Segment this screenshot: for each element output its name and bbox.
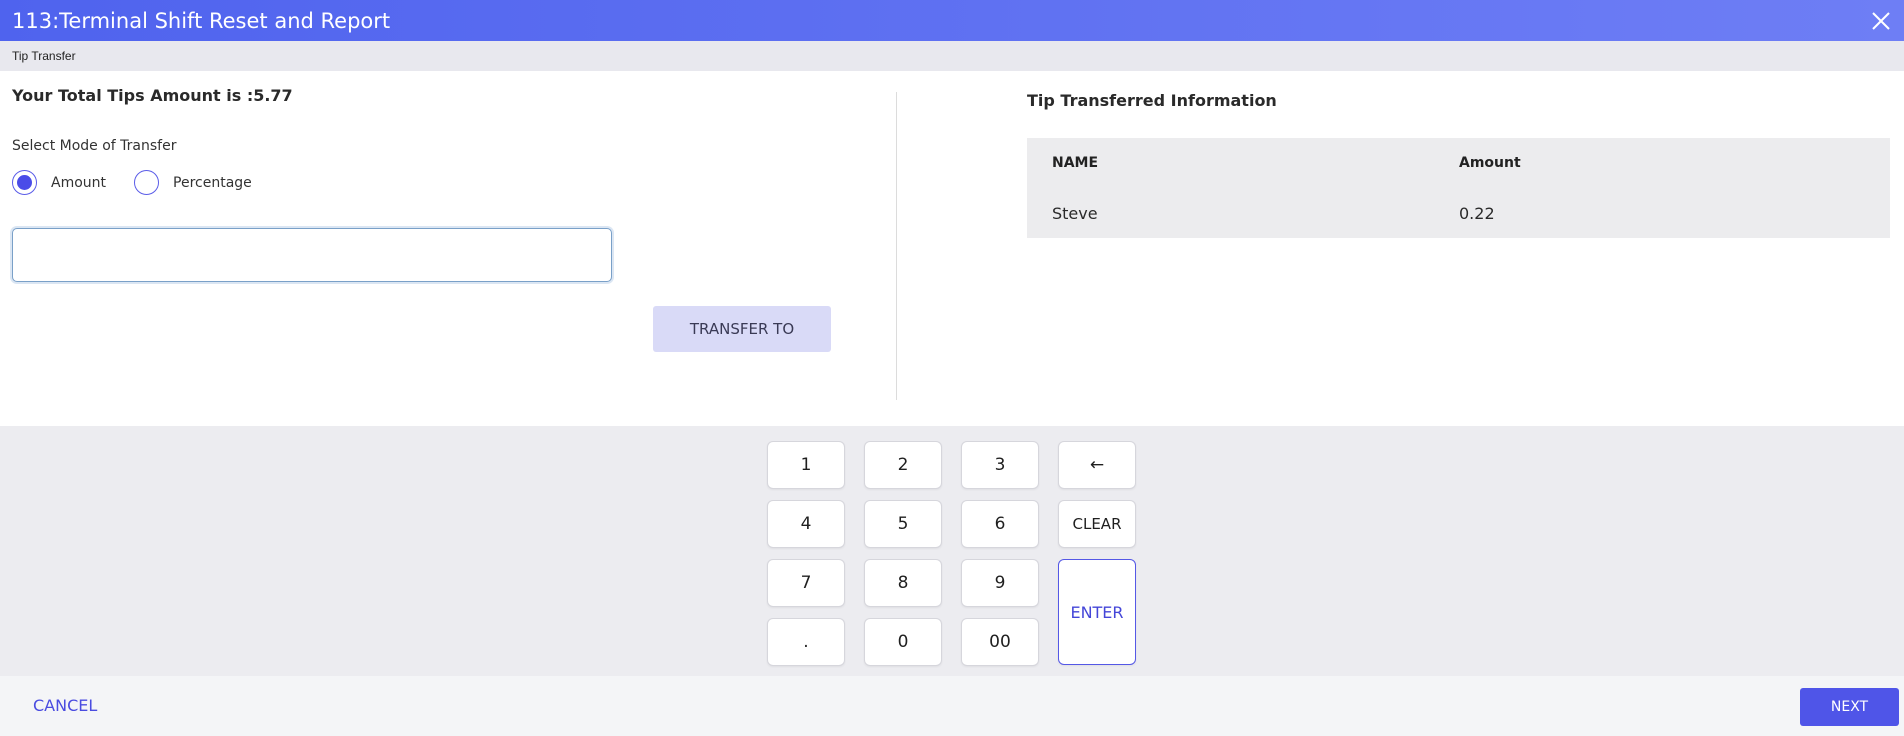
key-3[interactable]: 3 (961, 441, 1039, 489)
key-0[interactable]: 0 (864, 618, 942, 666)
key-9[interactable]: 9 (961, 559, 1039, 607)
radio-selected-dot (17, 175, 32, 190)
key-2[interactable]: 2 (864, 441, 942, 489)
key-4[interactable]: 4 (767, 500, 845, 548)
mode-radio-group: Amount Percentage (12, 170, 280, 195)
key-6[interactable]: 6 (961, 500, 1039, 548)
radio-amount-label: Amount (51, 174, 107, 191)
key-8[interactable]: 8 (864, 559, 942, 607)
next-button[interactable]: NEXT (1800, 688, 1899, 726)
keypad-area: 1 2 3 ← 4 5 6 CLEAR 7 8 9 ENTER . 0 00 (0, 426, 1904, 676)
column-header-amount: Amount (1459, 155, 1521, 171)
cancel-button[interactable]: CANCEL (33, 696, 97, 715)
total-tips-text: Your Total Tips Amount is :5.77 (12, 86, 293, 105)
key-7[interactable]: 7 (767, 559, 845, 607)
window-title: 113:Terminal Shift Reset and Report (12, 8, 391, 33)
key-decimal[interactable]: . (767, 618, 845, 666)
title-bar: 113:Terminal Shift Reset and Report (0, 0, 1904, 41)
tip-transferred-title: Tip Transferred Information (1027, 91, 1277, 110)
transfer-to-button[interactable]: TRANSFER TO (653, 306, 831, 352)
radio-amount-indicator[interactable] (12, 170, 37, 195)
row-name: Steve (1052, 203, 1098, 223)
key-00[interactable]: 00 (961, 618, 1039, 666)
row-amount: 0.22 (1459, 203, 1495, 223)
close-icon[interactable] (1868, 8, 1894, 34)
mode-label: Select Mode of Transfer (12, 138, 177, 154)
tip-transferred-table: NAME Amount Steve 0.22 (1027, 138, 1890, 238)
clear-key[interactable]: CLEAR (1058, 500, 1136, 548)
key-1[interactable]: 1 (767, 441, 845, 489)
table-header-row: NAME Amount (1027, 138, 1890, 188)
table-row[interactable]: Steve 0.22 (1027, 188, 1890, 238)
vertical-divider (896, 92, 897, 400)
backspace-icon: ← (1089, 455, 1105, 475)
radio-percentage[interactable]: Percentage (134, 170, 252, 195)
radio-percentage-label: Percentage (173, 174, 252, 191)
radio-percentage-indicator[interactable] (134, 170, 160, 195)
amount-input[interactable] (12, 228, 612, 282)
backspace-key[interactable]: ← (1058, 441, 1136, 489)
column-header-name: NAME (1052, 155, 1099, 171)
footer-bar: CANCEL NEXT (0, 676, 1904, 736)
transfer-form: Your Total Tips Amount is :5.77 Select M… (12, 86, 892, 195)
section-header: Tip Transfer (0, 41, 1904, 71)
enter-key[interactable]: ENTER (1058, 559, 1136, 665)
key-5[interactable]: 5 (864, 500, 942, 548)
radio-amount[interactable]: Amount (12, 170, 106, 195)
section-label: Tip Transfer (12, 49, 76, 63)
